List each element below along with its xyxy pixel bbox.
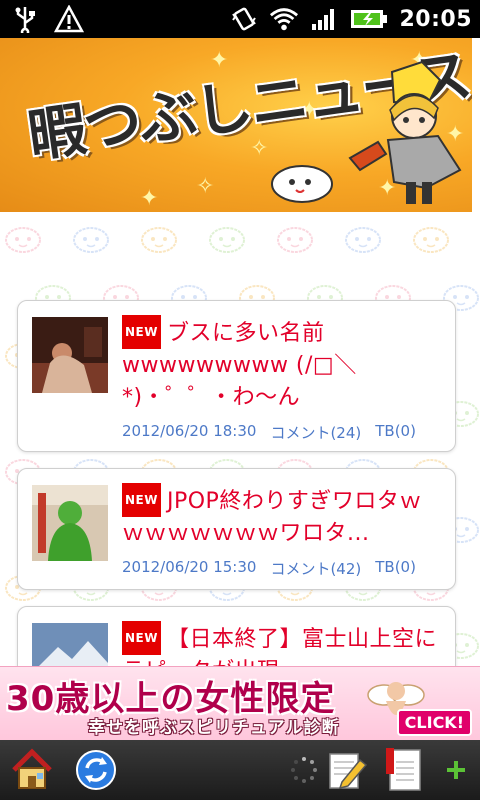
wifi-icon [269, 4, 299, 34]
pattern-face-icon [209, 227, 245, 253]
article-card[interactable]: NEW ブスに多い名前wwwwwwwww (/□＼*)・゜゜・わ～ん 2012/0… [17, 300, 456, 452]
article-date: 2012/06/20 15:30 [122, 558, 257, 576]
pattern-face-icon [277, 227, 313, 253]
pattern-face-icon [5, 227, 41, 253]
pattern-face-icon [73, 227, 109, 253]
warning-icon [54, 4, 84, 34]
article-trackbacks-link[interactable]: TB(0) [375, 422, 416, 443]
article-comments-link[interactable]: コメント(24) [270, 422, 361, 443]
add-icon[interactable] [432, 746, 480, 794]
bookmark-list-icon[interactable] [380, 746, 428, 794]
status-bar: 20:05 [0, 0, 480, 38]
ad-banner[interactable]: 30歳以上の女性限定 幸せを呼ぶスピリチュアル診断 CLICK! [0, 666, 480, 740]
mascot-character-icon [348, 60, 462, 204]
edit-note-icon[interactable] [322, 746, 370, 794]
pattern-face-icon [345, 227, 381, 253]
new-badge: NEW [122, 621, 161, 655]
article-thumbnail[interactable] [32, 317, 108, 393]
home-icon[interactable] [8, 746, 56, 794]
new-badge: NEW [122, 483, 161, 517]
usb-icon [10, 4, 40, 34]
clock: 20:05 [399, 6, 472, 32]
site-header-banner[interactable]: ✦ ✦ ✧ ✦ ✦ ✧ ✦ ✦ 暇つぶしニュース [0, 38, 472, 212]
mascot-creature-icon [271, 165, 333, 203]
pattern-face-icon [413, 227, 449, 253]
article-card[interactable]: NEW JPOP終わりすぎワロタｗｗｗｗｗｗｗｗワロタ... 2012/06/20… [17, 468, 456, 590]
article-comments-link[interactable]: コメント(42) [270, 558, 361, 579]
article-title[interactable]: JPOP終わりすぎワロタｗｗｗｗｗｗｗｗワロタ... [122, 489, 422, 546]
ad-subtitle: 幸せを呼ぶスピリチュアル診断 [88, 718, 340, 738]
article-thumbnail[interactable] [32, 485, 108, 561]
new-badge: NEW [122, 315, 161, 349]
ad-click-button[interactable]: CLICK! [396, 709, 472, 736]
refresh-icon[interactable] [72, 746, 120, 794]
article-date: 2012/06/20 18:30 [122, 422, 257, 440]
article-trackbacks-link[interactable]: TB(0) [375, 558, 416, 579]
signal-icon [309, 4, 339, 34]
vibrate-icon [229, 4, 259, 34]
loading-spinner-icon [280, 746, 328, 794]
pattern-face-icon [141, 227, 177, 253]
battery-charging-icon [349, 4, 389, 34]
bottom-toolbar [0, 740, 480, 800]
